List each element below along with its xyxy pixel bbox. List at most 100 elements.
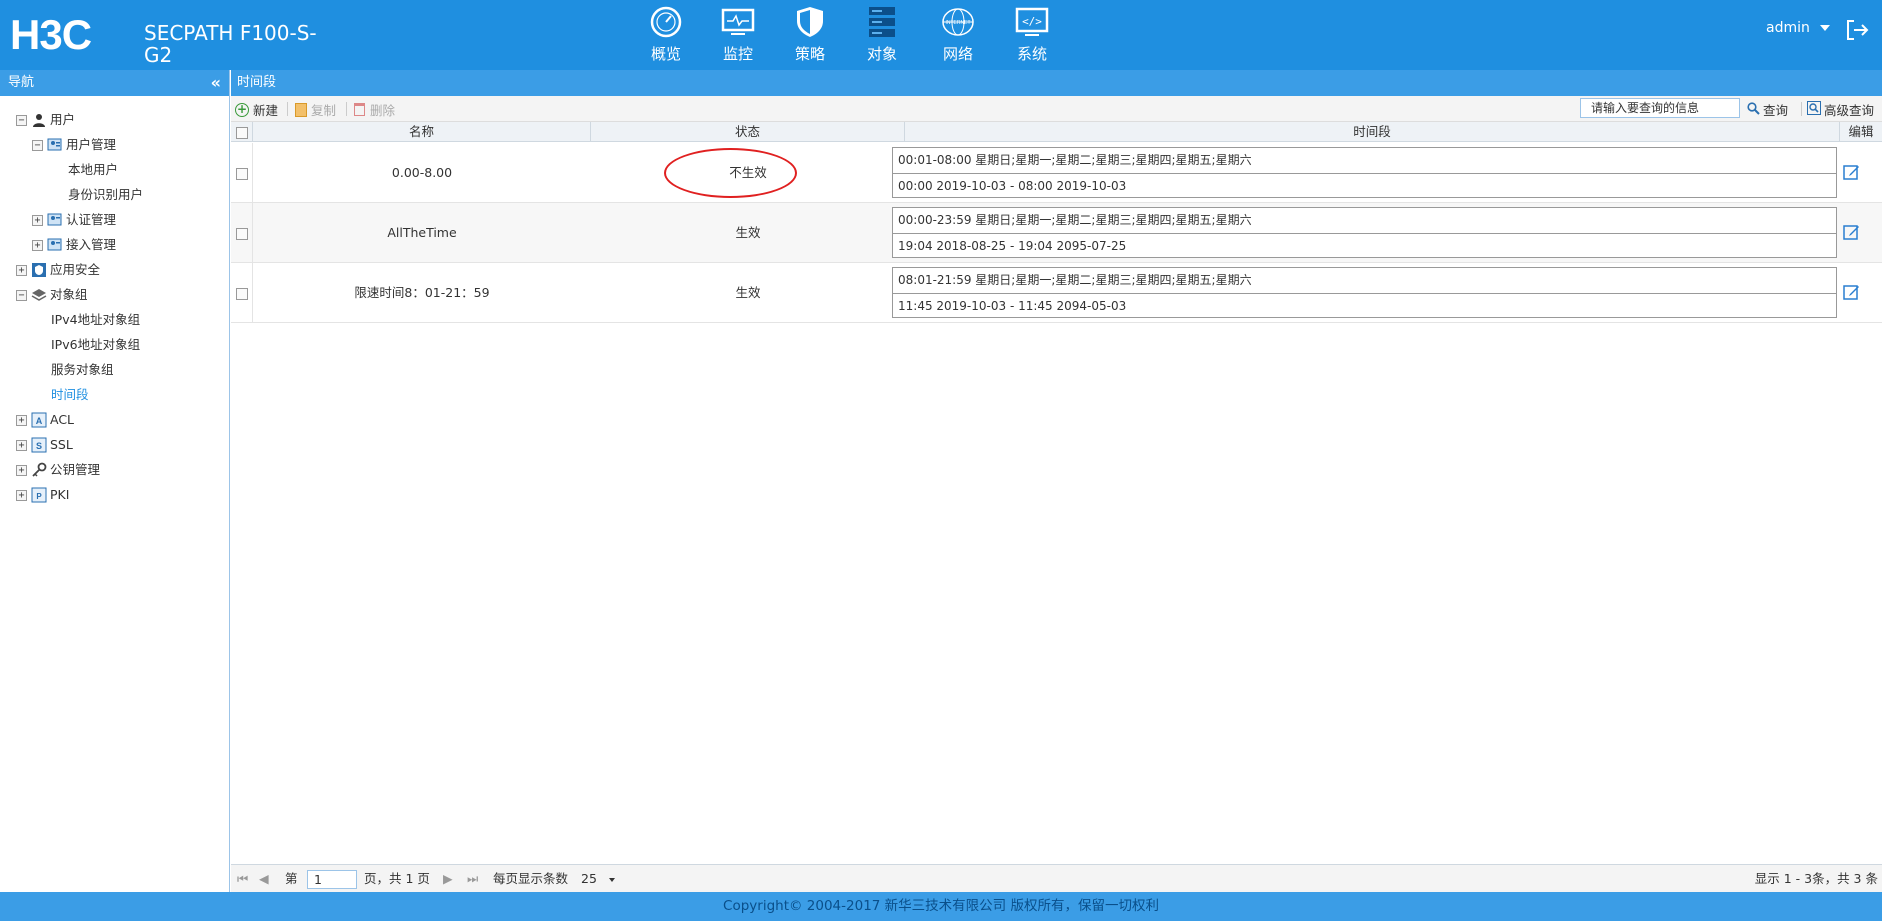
pki-icon: P bbox=[31, 487, 47, 503]
advanced-query-label: 高级查询 bbox=[1824, 103, 1875, 118]
sidebar-item-time-range[interactable]: 时间段 bbox=[51, 385, 89, 405]
select-all-checkbox[interactable] bbox=[235, 126, 248, 139]
sidebar-item-identity-user[interactable]: 身份识别用户 bbox=[68, 185, 143, 205]
per-page-label: 每页显示条数 bbox=[493, 871, 569, 886]
row-select-cell bbox=[231, 203, 253, 263]
prev-page-icon[interactable]: ◀ bbox=[259, 865, 269, 893]
sidebar-item-user-management[interactable]: − 用户管理 bbox=[32, 135, 116, 155]
edit-icon[interactable] bbox=[1843, 223, 1860, 243]
logout-icon[interactable] bbox=[1845, 18, 1869, 45]
period-absolute: 19:04 2018-08-25 - 19:04 2095-07-25 bbox=[893, 233, 1836, 258]
collapse-toggle-icon[interactable]: − bbox=[16, 289, 27, 301]
app-security-icon bbox=[31, 262, 47, 278]
expand-toggle-icon[interactable]: + bbox=[16, 414, 27, 426]
divider bbox=[287, 102, 288, 116]
row-checkbox[interactable] bbox=[235, 167, 248, 180]
sidebar-item-label: SSL bbox=[50, 437, 73, 452]
column-status[interactable]: 状态 bbox=[591, 122, 905, 142]
sidebar-item-label: 用户 bbox=[50, 112, 76, 127]
expand-toggle-icon[interactable]: + bbox=[16, 489, 27, 501]
expand-toggle-icon[interactable]: + bbox=[32, 239, 43, 251]
next-page-icon[interactable]: ▶ bbox=[443, 865, 453, 893]
select-all-cell bbox=[231, 122, 253, 142]
nav-policy[interactable]: 策略 bbox=[780, 6, 840, 64]
sidebar-item-acl[interactable]: + A ACL bbox=[16, 410, 74, 430]
svg-text:</>: </> bbox=[1022, 15, 1042, 28]
nav-system[interactable]: </> 系统 bbox=[1002, 6, 1062, 64]
page-number-input[interactable]: 1 bbox=[307, 870, 357, 889]
highlight-circle bbox=[664, 148, 797, 198]
row-checkbox[interactable] bbox=[235, 287, 248, 300]
user-icon bbox=[31, 112, 47, 128]
row-select-cell bbox=[231, 263, 253, 323]
edit-icon[interactable] bbox=[1843, 283, 1860, 303]
user-menu[interactable]: admin bbox=[1766, 20, 1831, 36]
sidebar: 导航 « − 用户 − 用户管理 本地用户 身份识别用户 + 认证管理 + 接入… bbox=[0, 70, 230, 892]
last-page-icon[interactable]: ⏭ bbox=[467, 865, 478, 893]
nav-monitor-label: 监控 bbox=[722, 45, 753, 63]
nav-object-label: 对象 bbox=[866, 45, 897, 63]
period-absolute: 11:45 2019-10-03 - 11:45 2094-05-03 bbox=[893, 293, 1836, 318]
add-icon: + bbox=[235, 101, 249, 117]
monitor-icon bbox=[721, 6, 755, 38]
nav-policy-label: 策略 bbox=[794, 45, 825, 63]
ssl-icon: S bbox=[31, 437, 47, 453]
row-period-box: 00:01-08:00 星期日;星期一;星期二;星期三;星期四;星期五;星期六 … bbox=[892, 147, 1837, 198]
sidebar-item-label: 接入管理 bbox=[66, 237, 117, 252]
sidebar-item-label: 认证管理 bbox=[66, 212, 117, 227]
expand-toggle-icon[interactable]: + bbox=[16, 464, 27, 476]
nav-network[interactable]: INTERNET 网络 bbox=[928, 6, 988, 64]
search-input[interactable]: 请输入要查询的信息 bbox=[1580, 98, 1740, 118]
main-panel: 时间段 + 新建 复制 删除 请输入要查询的信息 查询 高级查询 名称 状态 时… bbox=[231, 70, 1882, 892]
first-page-icon[interactable]: ⏮ bbox=[237, 865, 248, 893]
row-name: 0.00-8.00 bbox=[391, 165, 453, 180]
sidebar-item-ipv4-object-group[interactable]: IPv4地址对象组 bbox=[51, 310, 140, 330]
delete-button[interactable]: 删除 bbox=[354, 100, 395, 119]
nav-overview[interactable]: 概览 bbox=[636, 6, 696, 64]
per-page-select[interactable]: 25 bbox=[581, 865, 615, 893]
sidebar-item-auth-management[interactable]: + 认证管理 bbox=[32, 210, 116, 230]
query-label: 查询 bbox=[1763, 103, 1789, 118]
sidebar-item-service-object-group[interactable]: 服务对象组 bbox=[51, 360, 114, 380]
advanced-query-button[interactable]: 高级查询 bbox=[1807, 100, 1874, 119]
new-button[interactable]: + 新建 bbox=[235, 100, 278, 119]
sidebar-item-public-key[interactable]: + 公钥管理 bbox=[16, 460, 100, 480]
column-name[interactable]: 名称 bbox=[253, 122, 591, 142]
divider bbox=[346, 102, 347, 116]
toolbar: + 新建 复制 删除 请输入要查询的信息 查询 高级查询 bbox=[231, 96, 1882, 122]
copy-button[interactable]: 复制 bbox=[295, 100, 336, 119]
table-row: 0.00-8.00 不生效 00:01-08:00 星期日;星期一;星期二;星期… bbox=[231, 143, 1882, 203]
collapse-toggle-icon[interactable]: − bbox=[16, 114, 27, 126]
column-period[interactable]: 时间段 bbox=[905, 122, 1840, 142]
row-status: 生效 bbox=[735, 225, 761, 240]
sidebar-item-pki[interactable]: + P PKI bbox=[16, 485, 69, 505]
sidebar-item-app-security[interactable]: + 应用安全 bbox=[16, 260, 100, 280]
table-header: 名称 状态 时间段 编辑 bbox=[231, 122, 1882, 142]
time-range-table: 名称 状态 时间段 编辑 0.00-8.00 不生效 00:01-08:00 星… bbox=[231, 122, 1882, 323]
collapse-toggle-icon[interactable]: − bbox=[32, 139, 43, 151]
sidebar-item-ssl[interactable]: + S SSL bbox=[16, 435, 73, 455]
sidebar-item-user[interactable]: − 用户 bbox=[16, 110, 75, 130]
period-weekly: 00:00-23:59 星期日;星期一;星期二;星期三;星期四;星期五;星期六 bbox=[898, 213, 1252, 227]
advanced-search-icon bbox=[1807, 101, 1821, 118]
nav-monitor[interactable]: 监控 bbox=[708, 6, 768, 64]
sidebar-item-ipv6-object-group[interactable]: IPv6地址对象组 bbox=[51, 335, 140, 355]
nav-object[interactable]: 对象 bbox=[852, 6, 912, 64]
sidebar-title: 导航 bbox=[8, 75, 35, 90]
edit-icon[interactable] bbox=[1843, 163, 1860, 183]
sidebar-item-local-user[interactable]: 本地用户 bbox=[68, 160, 118, 180]
sidebar-item-label: 时间段 bbox=[51, 387, 89, 402]
expand-toggle-icon[interactable]: + bbox=[16, 439, 27, 451]
expand-toggle-icon[interactable]: + bbox=[32, 214, 43, 226]
record-summary: 显示 1 - 3条，共 3 条 bbox=[1754, 871, 1878, 886]
sidebar-item-object-group[interactable]: − 对象组 bbox=[16, 285, 88, 305]
sidebar-item-label: ACL bbox=[50, 412, 75, 427]
sidebar-header: 导航 « bbox=[0, 70, 229, 96]
page-prefix: 第 bbox=[285, 871, 298, 886]
query-button[interactable]: 查询 bbox=[1747, 100, 1788, 119]
row-checkbox[interactable] bbox=[235, 227, 248, 240]
collapse-sidebar-button[interactable]: « bbox=[211, 70, 221, 96]
expand-toggle-icon[interactable]: + bbox=[16, 264, 27, 276]
row-select-cell bbox=[231, 143, 253, 203]
sidebar-item-access-management[interactable]: + 接入管理 bbox=[32, 235, 116, 255]
